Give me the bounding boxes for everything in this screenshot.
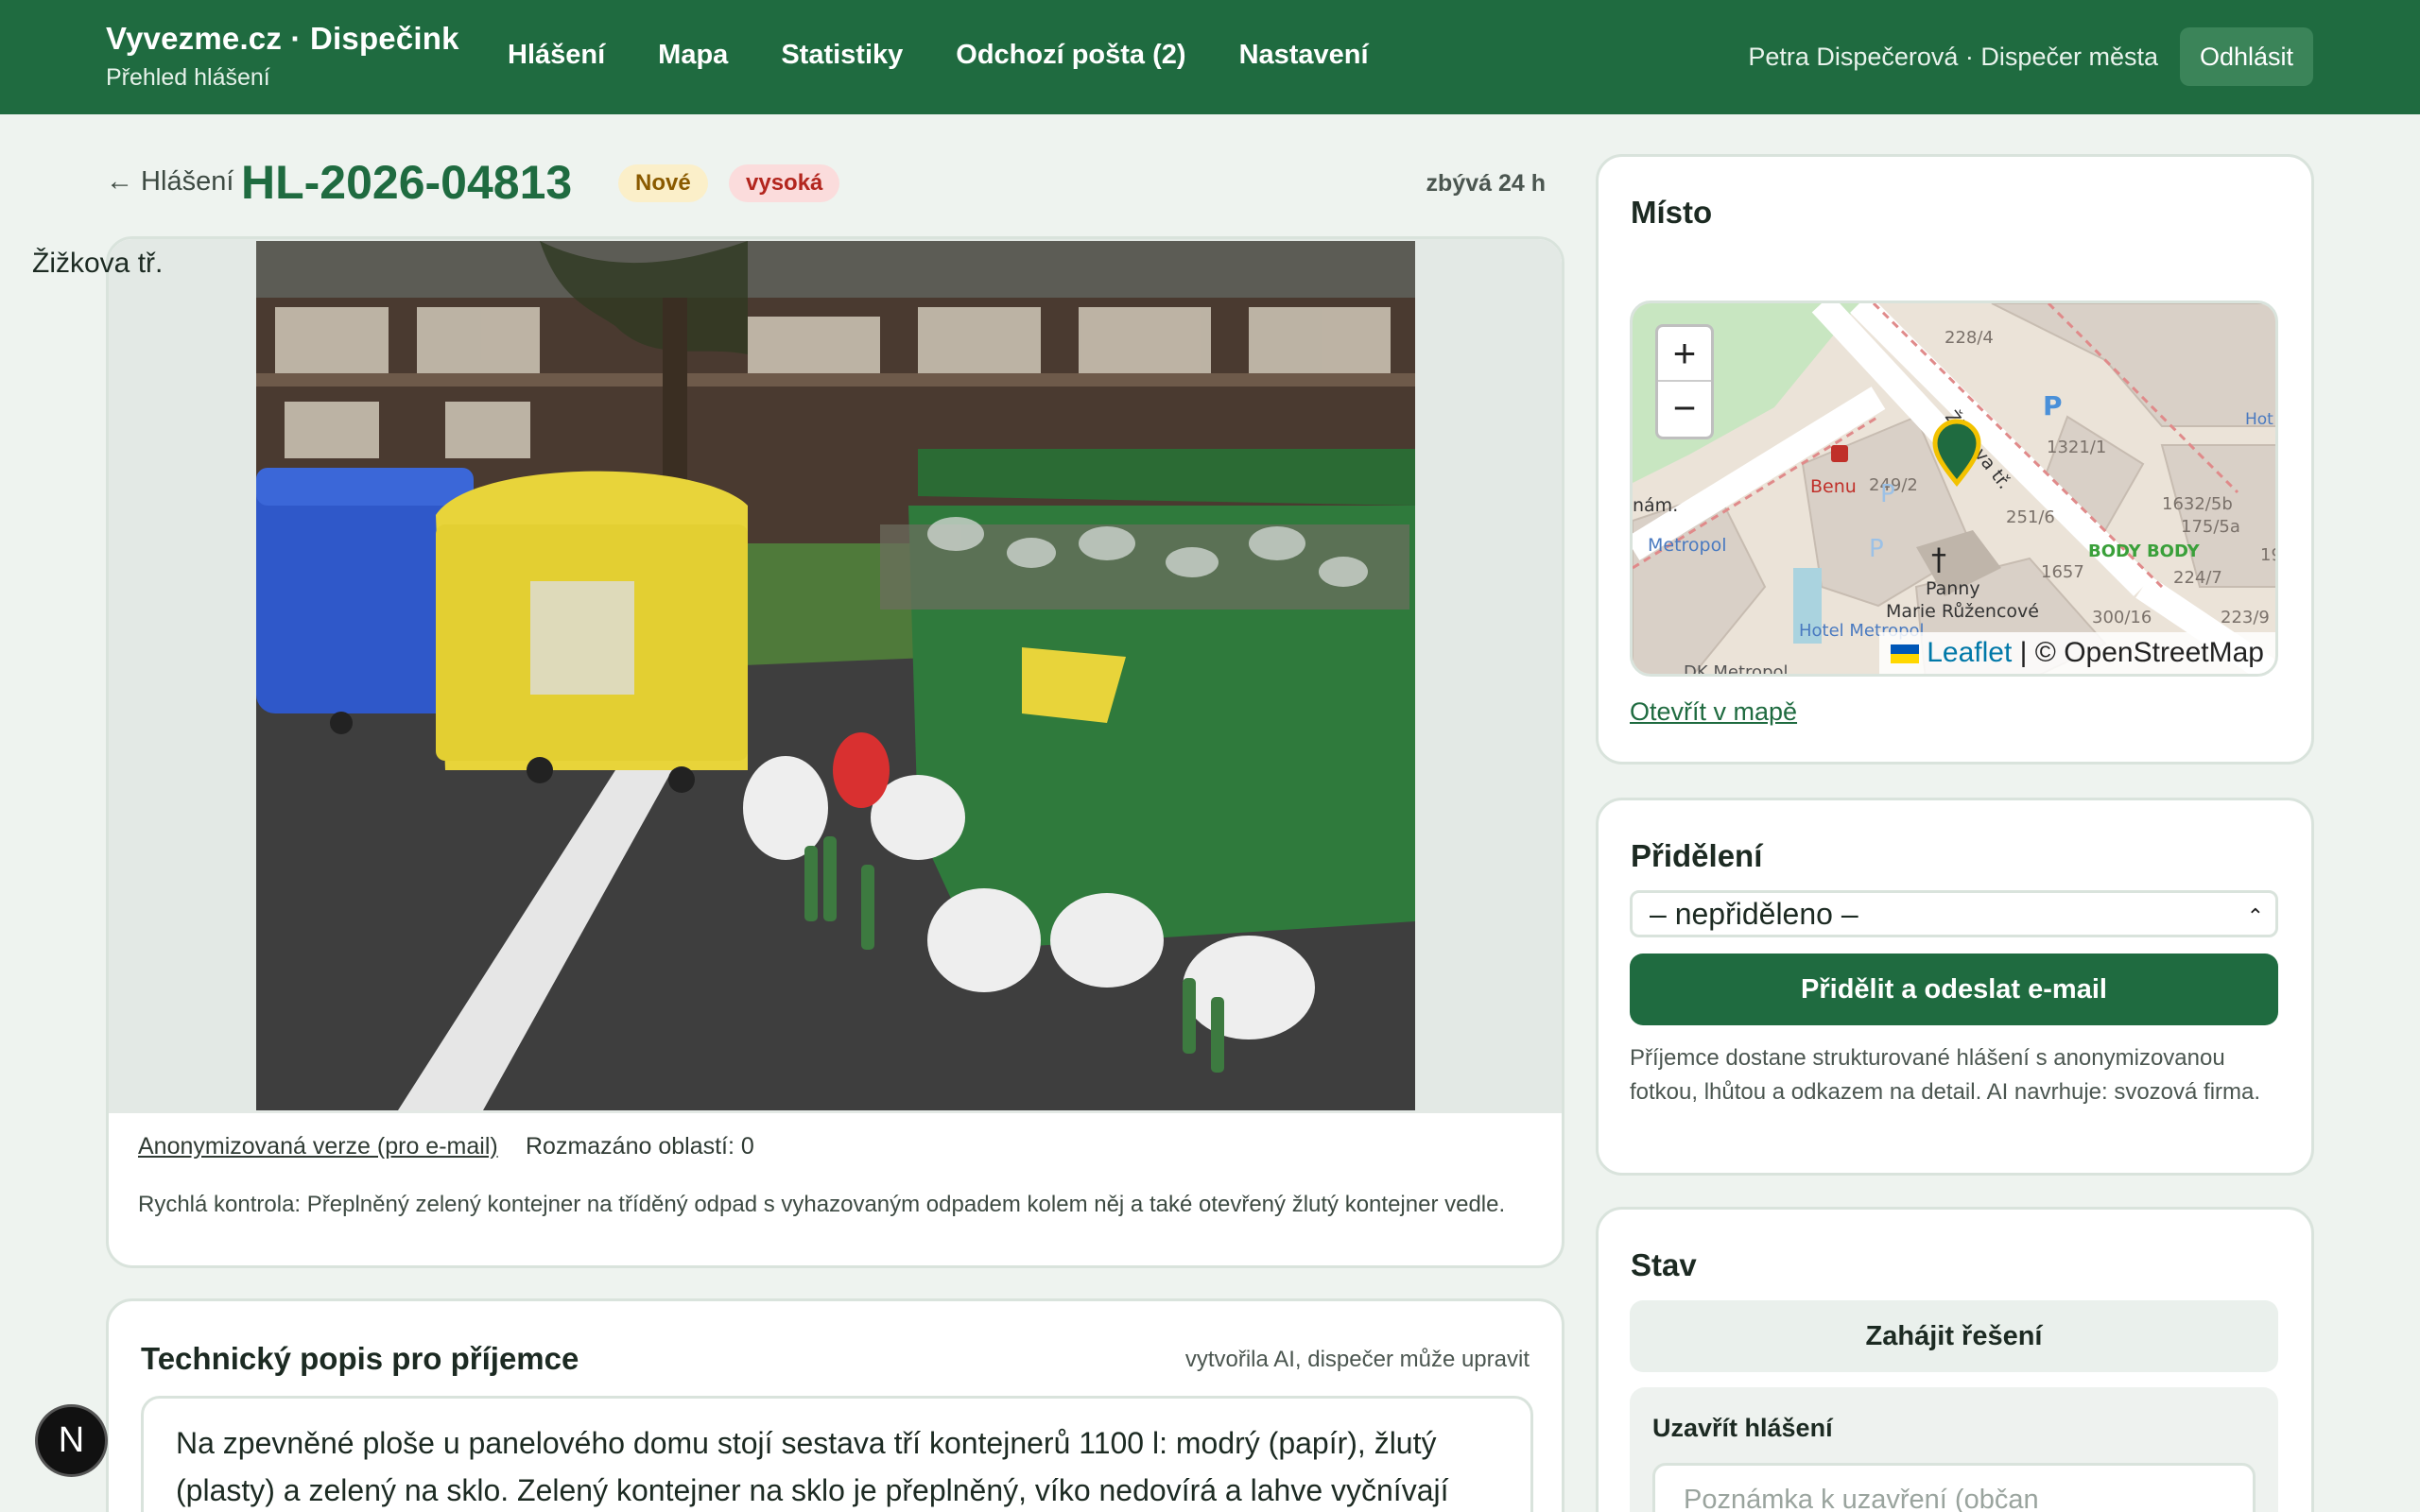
map-label-1657: 1657: [2041, 562, 2084, 582]
brand-subtitle: Přehled hlášení: [106, 64, 270, 91]
main-nav: Hlášení Mapa Statistiky Odchozí pošta (2…: [508, 40, 1369, 71]
start-resolution-button[interactable]: Zahájit řešení: [1630, 1300, 2278, 1372]
technical-description-title: Technický popis pro příjemce: [141, 1341, 579, 1376]
map-label-19: 19: [2260, 545, 2278, 565]
quick-check-text: Rychlá kontrola: Přeplněný zelený kontej…: [138, 1192, 1506, 1217]
map-attribution: Leaflet | © OpenStreetMap: [1878, 632, 2275, 674]
status-badge: Nové: [618, 164, 708, 202]
map-label-223-9: 223/9: [2221, 608, 2270, 627]
dev-tools-badge[interactable]: N: [35, 1404, 108, 1477]
user-info: Petra Dispečerová · Dispečer města: [1748, 43, 2158, 71]
anonymized-version-link[interactable]: Anonymizovaná verze (pro e-mail): [138, 1133, 498, 1160]
open-in-map-link[interactable]: Otevřít v mapě: [1630, 697, 1797, 727]
church-icon: †: [1931, 541, 1946, 577]
ai-generated-note: vytvořila AI, dispečer může upravit: [1184, 1347, 1530, 1372]
location-street: Žižkova tř.: [32, 248, 164, 279]
map-label-1321-1: 1321/1: [2047, 438, 2106, 457]
brand-title[interactable]: Vyvezme.cz · Dispečink: [106, 21, 459, 57]
map-tiles: 228/4 1321/1 249/2 251/6 1632/5b 175/5a …: [1633, 303, 2278, 677]
map-label-251-6: 251/6: [2006, 507, 2055, 527]
brand[interactable]: Vyvezme.cz · Dispečink Přehled hlášení: [106, 21, 459, 92]
waste-containers-photo: [256, 241, 1415, 1110]
zoom-out-button[interactable]: −: [1658, 382, 1711, 437]
close-report-section: Uzavřít hlášení Poznámka k uzavření (obč…: [1630, 1387, 2278, 1512]
osm-attribution[interactable]: | © OpenStreetMap: [2020, 637, 2264, 668]
top-bar: Vyvezme.cz · Dispečink Přehled hlášení H…: [0, 0, 2420, 114]
assignee-select[interactable]: – nepřiděleno – ⌃⌄: [1630, 890, 2278, 970]
blurred-regions-count: Rozmazáno oblastí: 0: [526, 1133, 754, 1160]
assignment-help-text: Příjemce dostane strukturované hlášení s…: [1630, 1045, 2261, 1105]
assignee-select-value: – nepřiděleno –: [1650, 897, 1858, 931]
technical-description-textarea[interactable]: Na zpevněné ploše u panelového domu stoj…: [141, 1396, 1533, 1512]
nav-settings[interactable]: Nastavení: [1239, 40, 1369, 71]
map-label-nam: nám.: [1633, 495, 1678, 516]
map-label-church-1: Panny: [1926, 578, 1980, 599]
nav-outbox[interactable]: Odchozí pošta (2): [956, 40, 1185, 71]
map-label-pharmacy: Benu: [1810, 476, 1857, 497]
map-zoom-control: + −: [1655, 324, 1714, 439]
map-label-175-5a: 175/5a: [2181, 517, 2240, 537]
parking-icon: P: [2043, 390, 2063, 421]
close-report-title: Uzavřít hlášení: [1652, 1414, 1833, 1442]
location-map[interactable]: 228/4 1321/1 249/2 251/6 1632/5b 175/5a …: [1630, 301, 2278, 677]
report-id: HL-2026-04813: [241, 156, 573, 209]
nav-map[interactable]: Mapa: [658, 40, 728, 71]
map-label-224-7: 224/7: [2173, 568, 2222, 588]
priority-badge: vysoká: [729, 164, 840, 202]
nav-statistics[interactable]: Statistiky: [781, 40, 903, 71]
nav-reports[interactable]: Hlášení: [508, 40, 605, 71]
ukraine-flag-icon: [1890, 644, 1919, 663]
map-label-church-2: Marie Růžencové: [1886, 601, 2039, 622]
location-title: Místo: [1631, 195, 1713, 230]
map-label-dk: DK Metropol: [1684, 662, 1789, 677]
pharmacy-icon: [1831, 445, 1848, 462]
map-label-228-4: 228/4: [1945, 328, 1994, 348]
leaflet-link[interactable]: Leaflet: [1927, 637, 2012, 668]
parking-icon-3: P: [1869, 535, 1884, 563]
close-note-input[interactable]: Poznámka k uzavření (občan: [1652, 1463, 2256, 1512]
zoom-in-button[interactable]: +: [1658, 327, 1711, 382]
state-title: Stav: [1631, 1247, 1697, 1282]
map-label-1632-5b: 1632/5b: [2162, 494, 2233, 514]
logout-button[interactable]: Odhlásit: [2180, 27, 2313, 86]
parking-icon-2: P: [1880, 480, 1895, 508]
assign-and-send-button[interactable]: Přidělit a odeslat e-mail: [1630, 954, 2278, 1025]
map-label-metropol: Metropol: [1648, 535, 1727, 556]
assignment-title: Přidělení: [1631, 838, 1763, 873]
photo-card: Anonymizovaná verze (pro e-mail) Rozmazá…: [106, 236, 1564, 1268]
deadline-remaining: zbývá 24 h: [1426, 170, 1546, 197]
map-label-300-16: 300/16: [2092, 608, 2152, 627]
back-to-reports-link[interactable]: ← Hlášení: [106, 166, 233, 198]
photo-area: [109, 239, 1562, 1113]
technical-description-card: Technický popis pro příjemce vytvořila A…: [106, 1298, 1564, 1512]
report-photo[interactable]: [256, 241, 1415, 1110]
map-label-fitness: BODY BODY: [2088, 541, 2201, 561]
map-label-hot: Hot: [2245, 410, 2273, 429]
